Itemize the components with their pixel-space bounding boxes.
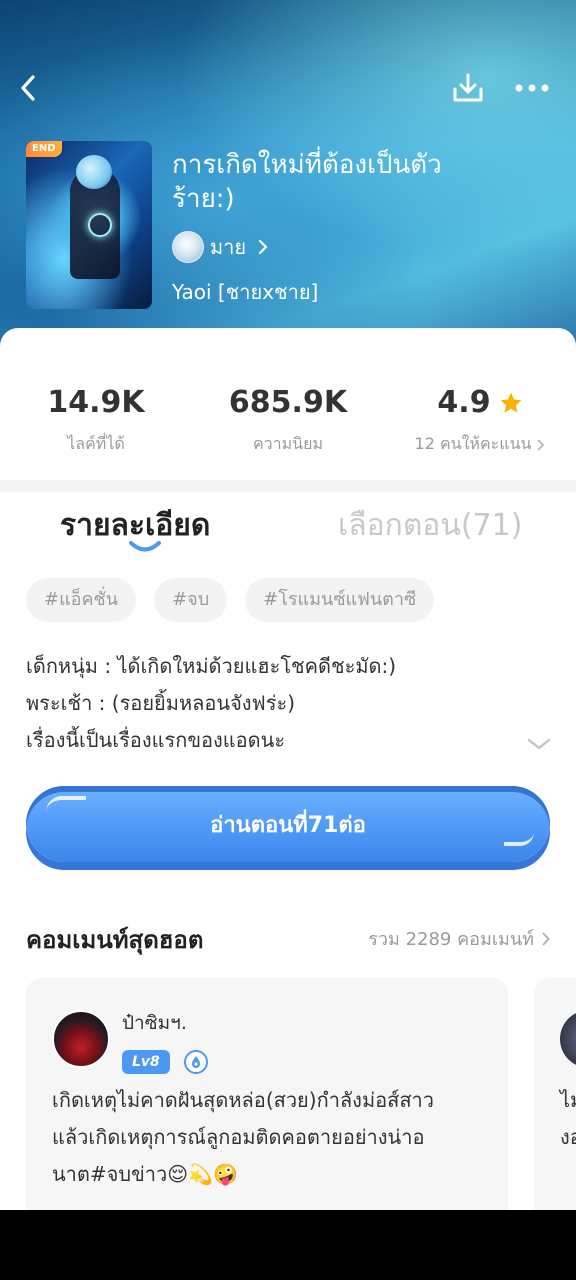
back-button[interactable]	[8, 66, 48, 110]
comic-detail-page: END การเกิดใหม่ที่ต้องเป็นตัว ร้าย:) มาย…	[0, 0, 576, 1210]
commenter-name[interactable]: ป๋าซิมฯ.	[122, 1008, 187, 1038]
author-name: มาย	[210, 235, 247, 259]
star-icon	[500, 392, 522, 413]
continue-reading-button[interactable]: อ่านตอนที่71ต่อ	[26, 786, 550, 862]
end-badge: END	[26, 141, 62, 157]
comment-text: ไม งอ	[560, 1088, 576, 1149]
comment-text: เกิดเหตุไม่คาดฝันสุดหล่อ(สวย)กำลังม่อส์ส…	[52, 1088, 435, 1186]
stat-likes: 14.9K ไลค์ที่ได้	[47, 385, 145, 453]
section-divider	[0, 480, 576, 492]
hero-banner: END การเกิดใหม่ที่ต้องเป็นตัว ร้าย:) มาย…	[0, 0, 576, 360]
all-comments-link[interactable]: รวม 2289 คอมเมนท์	[368, 924, 550, 953]
stats-panel: 14.9K ไลค์ที่ได้ 685.9K ความนิยม 4.9 12 …	[0, 328, 576, 480]
chevron-right-icon	[259, 239, 268, 255]
chevron-right-icon	[542, 932, 550, 945]
tab-episodes[interactable]: เลือกตอน(71)	[338, 506, 522, 546]
level-badge: Lv8	[122, 1050, 170, 1074]
level-badge-icon	[184, 1050, 208, 1074]
chevron-down-icon[interactable]	[526, 734, 552, 754]
system-navigation-bar	[0, 1210, 576, 1280]
comment-card[interactable]: ป๋าซิมฯ. Lv8 เกิดเหตุไม่คาดฝันสุดหล่อ(สว…	[26, 978, 508, 1210]
comic-cover-image[interactable]	[26, 141, 152, 309]
tag-chip[interactable]: #โรแมนซ์แฟนตาซี	[245, 578, 435, 622]
hot-comments-title: คอมเมนท์สุดฮอต	[26, 926, 204, 954]
genre-label: Yaoi [ชายxชาย]	[172, 280, 319, 304]
chevron-right-icon	[538, 439, 545, 450]
synopsis: เด็กหนุ่ม : ได้เกิดใหม่ด้วยแฮะโชคดีชะมัด…	[26, 654, 397, 752]
author-avatar	[172, 231, 204, 263]
download-button[interactable]	[448, 66, 488, 110]
tag-chip[interactable]: #แอ็คชั่น	[26, 578, 137, 622]
stat-rating[interactable]: 4.9 12 คนให้คะแนน	[384, 384, 576, 457]
comic-title: การเกิดใหม่ที่ต้องเป็นตัว ร้าย:)	[172, 150, 442, 214]
more-options-button[interactable]	[510, 66, 554, 110]
more-icon	[515, 84, 549, 92]
tag-list: #แอ็คชั่น #จบ #โรแมนซ์แฟนตาซี	[26, 578, 435, 622]
author-link[interactable]: มาย	[172, 230, 268, 264]
commenter-avatar	[560, 1010, 576, 1068]
comment-card-next[interactable]: ไม งอ	[534, 978, 576, 1210]
tab-active-indicator	[129, 541, 161, 552]
back-icon	[21, 75, 35, 101]
stat-popularity: 685.9K ความนิยม	[228, 385, 348, 453]
download-icon	[453, 73, 483, 102]
commenter-avatar[interactable]	[52, 1010, 110, 1068]
tag-chip[interactable]: #จบ	[154, 578, 228, 622]
